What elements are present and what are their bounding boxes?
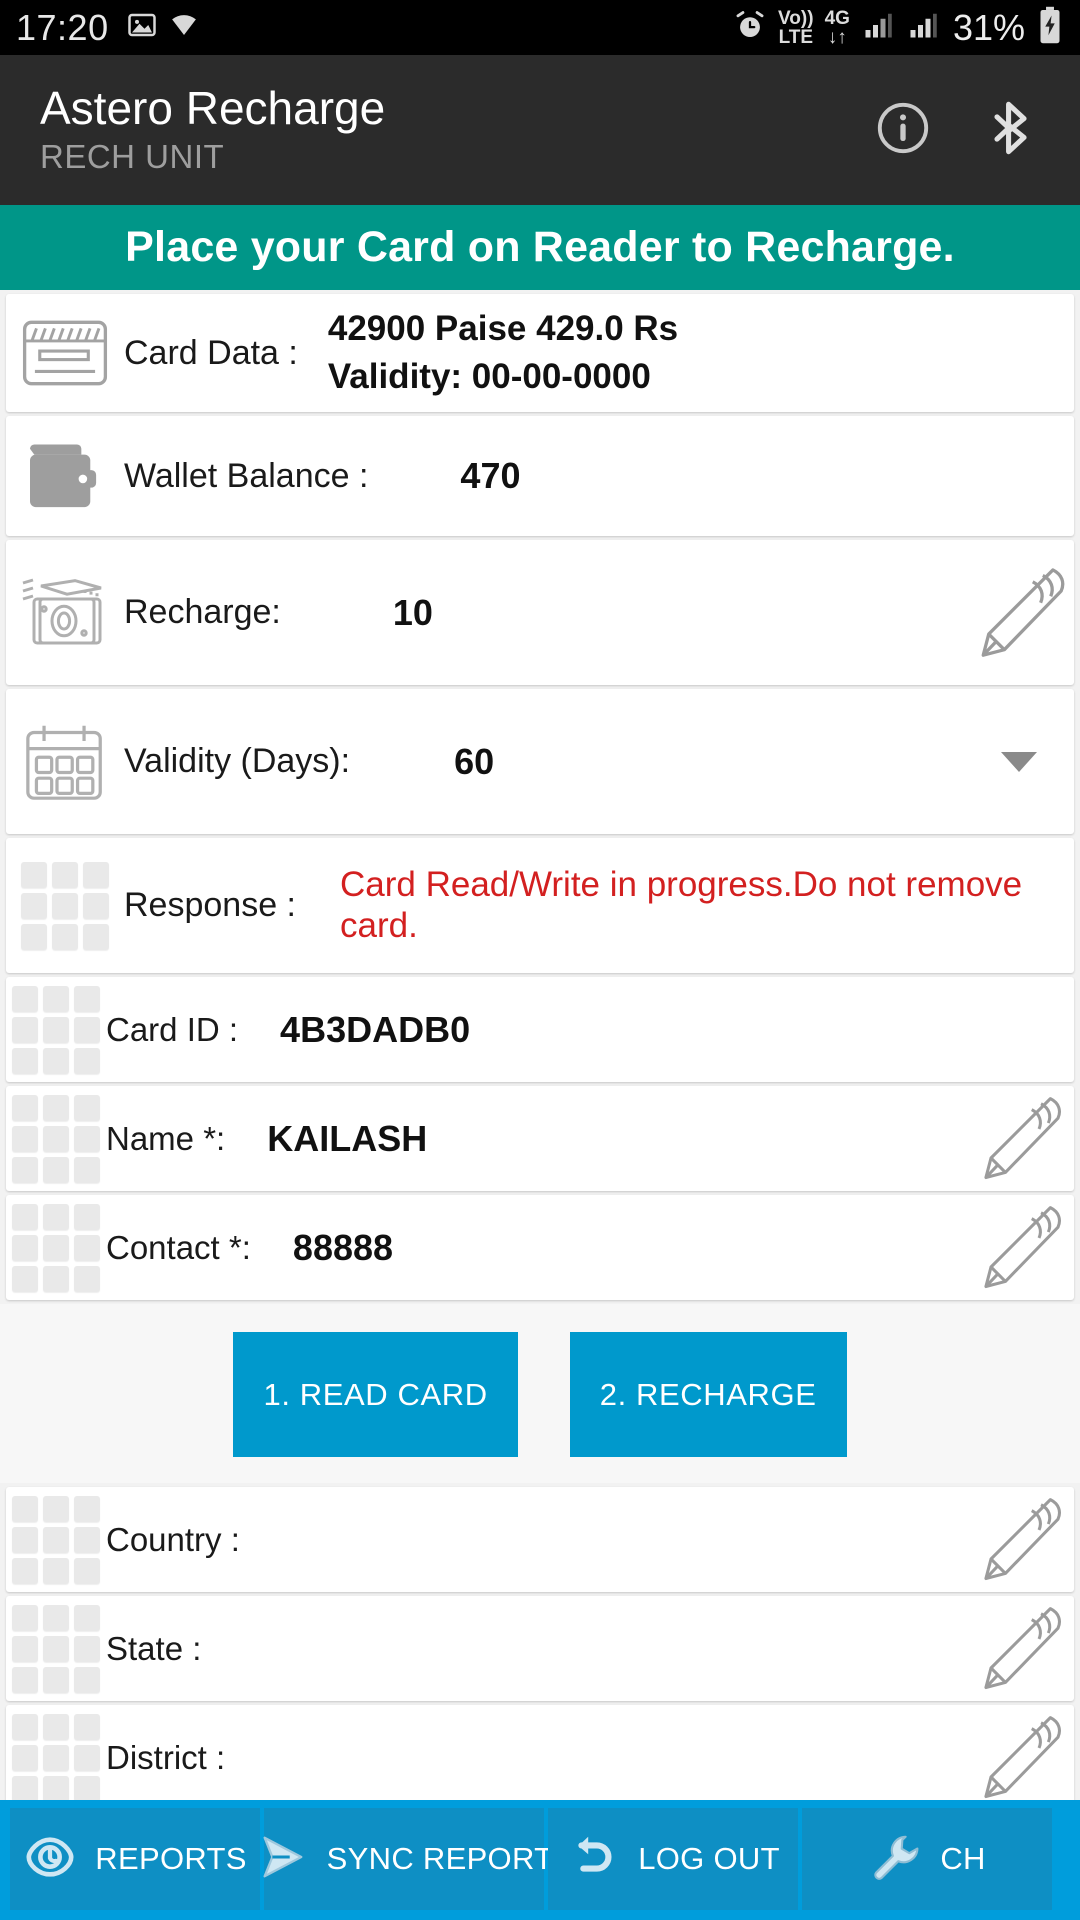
card-id-value: 4B3DADB0 xyxy=(280,1008,471,1050)
grid-placeholder-icon xyxy=(6,1203,106,1292)
row-wallet-balance: Wallet Balance : 470 xyxy=(6,416,1074,536)
grid-placeholder-icon xyxy=(6,1604,106,1693)
pencil-icon[interactable] xyxy=(964,1091,1074,1186)
bottom-navigation-bar: REPORTS SYNC REPORT LOG OUT CH xyxy=(0,1800,1080,1920)
card-data-amount: 42900 Paise 429.0 Rs xyxy=(327,309,679,348)
row-label-district: District : xyxy=(106,1738,226,1776)
nav-item-log-out[interactable]: LOG OUT xyxy=(548,1808,798,1910)
app-screen: 17:20 Vo)) LTE 4G ↓↑ 31% Astero Recharge… xyxy=(0,0,1080,1920)
row-label-state: State : xyxy=(106,1629,202,1667)
response-message: Card Read/Write in progress.Do not remov… xyxy=(340,864,1023,945)
pencil-icon[interactable] xyxy=(964,1710,1074,1800)
network-indicator: 4G ↓↑ xyxy=(825,9,850,47)
grid-placeholder-icon xyxy=(6,1495,106,1584)
signal-bars-icon xyxy=(861,10,895,45)
row-name[interactable]: Name *: KAILASH xyxy=(6,1086,1074,1191)
row-label-wallet-balance: Wallet Balance : xyxy=(124,456,369,495)
instruction-banner: Place your Card on Reader to Recharge. xyxy=(0,205,1080,290)
undo-arrow-icon xyxy=(566,1830,620,1889)
signal-bars-icon xyxy=(906,10,940,45)
calendar-icon xyxy=(6,722,124,802)
recharge-button[interactable]: 2. RECHARGE xyxy=(569,1332,847,1457)
row-validity[interactable]: Validity (Days): 60 xyxy=(6,689,1074,834)
row-response: Response : Card Read/Write in progress.D… xyxy=(6,838,1074,973)
credit-card-icon xyxy=(6,320,124,386)
recharge-value[interactable]: 10 xyxy=(393,592,964,634)
nav-item-sync-report[interactable]: SYNC REPORT xyxy=(263,1808,553,1910)
card-data-validity: Validity: 00-00-0000 xyxy=(327,357,651,396)
form-scroll-area[interactable]: Card Data : 42900 Paise 429.0 Rs Validit… xyxy=(0,290,1080,1800)
row-label-response: Response : xyxy=(124,886,296,924)
row-recharge[interactable]: Recharge: 10 xyxy=(6,540,1074,685)
row-label-card-data: Card Data : xyxy=(124,333,298,372)
row-card-id: Card ID : 4B3DADB0 xyxy=(6,977,1074,1082)
grid-placeholder-icon xyxy=(6,985,106,1074)
grid-placeholder-icon xyxy=(6,861,124,950)
contact-value[interactable]: 88888 xyxy=(293,1227,964,1269)
read-card-button[interactable]: 1. READ CARD xyxy=(233,1332,518,1457)
action-button-row: 1. READ CARD 2. RECHARGE xyxy=(0,1304,1080,1483)
alarm-icon xyxy=(733,8,767,47)
nav-label-settings: CH xyxy=(940,1841,986,1876)
row-country[interactable]: Country : xyxy=(6,1487,1074,1592)
grid-placeholder-icon xyxy=(6,1713,106,1800)
nav-label-reports: REPORTS xyxy=(95,1841,247,1876)
status-bar: 17:20 Vo)) LTE 4G ↓↑ 31% xyxy=(0,0,1080,55)
grid-placeholder-icon xyxy=(6,1094,106,1183)
nav-label-sync-report: SYNC REPORT xyxy=(326,1841,554,1876)
validity-value: 60 xyxy=(454,740,495,782)
wallet-icon xyxy=(6,441,124,511)
app-bar: Astero Recharge RECH UNIT xyxy=(0,55,1080,205)
battery-percent: 31% xyxy=(952,6,1025,48)
cash-icon xyxy=(6,577,124,649)
row-label-validity: Validity (Days): xyxy=(124,742,351,780)
row-contact[interactable]: Contact *: 88888 xyxy=(6,1195,1074,1300)
instruction-banner-text: Place your Card on Reader to Recharge. xyxy=(125,223,955,271)
row-district[interactable]: District : xyxy=(6,1705,1074,1800)
row-label-card-id: Card ID : xyxy=(106,1010,239,1048)
wrench-icon xyxy=(868,1830,922,1889)
pencil-icon[interactable] xyxy=(964,1601,1074,1696)
pencil-icon[interactable] xyxy=(964,558,1074,668)
nav-item-settings[interactable]: CH xyxy=(802,1808,1052,1910)
image-icon xyxy=(127,10,157,45)
wifi-icon xyxy=(169,10,199,45)
row-label-country: Country : xyxy=(106,1520,240,1558)
page-subtitle: RECH UNIT xyxy=(40,137,225,175)
chevron-down-icon[interactable] xyxy=(964,751,1074,772)
nav-label-log-out: LOG OUT xyxy=(638,1841,780,1876)
row-label-recharge: Recharge: xyxy=(124,593,281,631)
data-transfer-arrows: ↓↑ xyxy=(827,26,847,48)
pencil-icon[interactable] xyxy=(964,1200,1074,1295)
pencil-icon[interactable] xyxy=(964,1492,1074,1587)
eye-icon xyxy=(23,1830,77,1889)
row-card-data: Card Data : 42900 Paise 429.0 Rs Validit… xyxy=(6,294,1074,412)
row-state[interactable]: State : xyxy=(6,1596,1074,1701)
name-value[interactable]: KAILASH xyxy=(267,1118,964,1160)
row-label-name: Name *: xyxy=(106,1119,226,1157)
status-bar-time: 17:20 xyxy=(16,6,109,48)
info-icon[interactable] xyxy=(874,99,932,162)
wallet-balance-value: 470 xyxy=(460,455,521,496)
nav-item-reports[interactable]: REPORTS xyxy=(10,1808,260,1910)
send-arrow-icon xyxy=(255,1830,309,1889)
bluetooth-icon[interactable] xyxy=(982,99,1040,162)
row-label-contact: Contact *: xyxy=(106,1228,251,1266)
volte-bottom: LTE xyxy=(778,26,814,48)
volte-indicator: Vo)) LTE xyxy=(778,9,814,47)
volte-top: Vo)) xyxy=(778,7,814,29)
battery-charging-icon xyxy=(1036,6,1064,49)
page-title: Astero Recharge xyxy=(40,82,386,135)
network-type: 4G xyxy=(824,7,850,29)
